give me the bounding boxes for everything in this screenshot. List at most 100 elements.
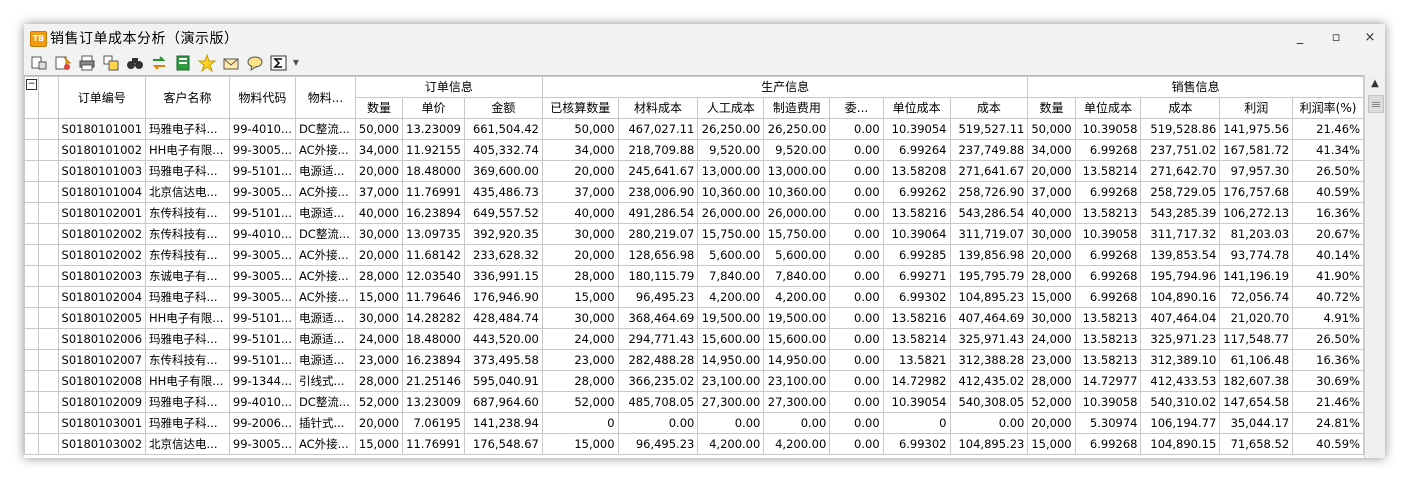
table-cell[interactable]: 407,464.69 [949,307,1029,329]
table-cell[interactable]: 10.39058 [1074,391,1142,413]
table-cell[interactable]: 99-2006... [228,412,296,434]
table-cell[interactable]: 23,100.00 [763,370,831,392]
table-cell[interactable]: 玛雅电子科... [145,391,230,413]
table-cell[interactable]: 218,709.88 [617,139,699,161]
table-cell[interactable]: 93,774.78 [1219,244,1294,266]
table-cell[interactable]: 0.00 [829,223,884,245]
table-cell[interactable]: 11.92155 [402,139,465,161]
table-cell[interactable]: 0.00 [829,412,884,434]
table-cell[interactable]: 26,000.00 [763,202,831,224]
table-cell[interactable]: 282,488.28 [617,349,699,371]
table-cell[interactable]: 34,000 [541,139,619,161]
table-cell[interactable]: 23,000 [354,349,404,371]
table-cell[interactable]: DC整流... [294,391,356,413]
table-cell[interactable]: 238,006.90 [617,181,699,203]
table-cell[interactable]: 9,520.00 [763,139,831,161]
table-cell[interactable]: 东传科技有... [145,244,230,266]
table-cell[interactable]: 北京信达电... [145,433,230,455]
table-cell[interactable]: 23,100.00 [697,370,765,392]
print-icon[interactable] [78,54,96,72]
table-cell[interactable]: 16.36% [1292,349,1364,371]
table-cell[interactable]: 13.23009 [402,118,465,140]
header-material[interactable]: 物料... [294,76,356,119]
table-cell[interactable]: 6.99262 [882,181,951,203]
table-cell[interactable]: 41.90% [1292,265,1364,287]
table-cell[interactable]: 19,500.00 [697,307,765,329]
table-cell[interactable]: 540,310.02 [1140,391,1221,413]
table-cell[interactable]: 443,520.00 [464,328,543,350]
table-cell[interactable]: S0180101002 [57,139,147,161]
table-cell[interactable]: 99-4010... [228,391,296,413]
row-indicator[interactable] [37,181,59,203]
header-sales-3[interactable]: 利润 [1219,97,1294,119]
table-cell[interactable]: 13.58213 [1074,202,1142,224]
table-cell[interactable]: 294,771.43 [617,328,699,350]
close-button[interactable]: × [1360,30,1380,46]
table-cell[interactable]: S0180103002 [57,433,147,455]
header-sales-4[interactable]: 利润率(%) [1292,97,1364,119]
table-cell[interactable]: 40.59% [1292,433,1364,455]
table-cell[interactable]: 139,856.98 [949,244,1029,266]
table-cell[interactable]: 电源适... [294,202,356,224]
table-cell[interactable]: S0180102007 [57,349,147,371]
table-cell[interactable]: 72,056.74 [1219,286,1294,308]
table-cell[interactable]: 0.00 [763,412,831,434]
table-cell[interactable]: 0.00 [829,160,884,182]
table-cell[interactable]: S0180101001 [57,118,147,140]
table-cell[interactable]: S0180101004 [57,181,147,203]
header-customer[interactable]: 客户名称 [145,76,230,119]
table-cell[interactable]: 392,920.35 [464,223,543,245]
scroll-thumb[interactable] [1368,95,1384,113]
table-cell[interactable]: 0.00 [829,433,884,455]
table-cell[interactable]: 14,950.00 [763,349,831,371]
table-cell[interactable]: 0.00 [697,412,765,434]
table-cell[interactable]: 10.39054 [882,391,951,413]
table-cell[interactable]: 485,708.05 [617,391,699,413]
table-cell[interactable]: 15,750.00 [763,223,831,245]
table-cell[interactable]: 15,000 [354,286,404,308]
table-cell[interactable]: 15,750.00 [697,223,765,245]
table-cell[interactable]: 96,495.23 [617,433,699,455]
table-cell[interactable]: S0180102006 [57,328,147,350]
table-cell[interactable]: 20,000 [1027,160,1076,182]
table-cell[interactable]: 182,607.38 [1219,370,1294,392]
vertical-scrollbar[interactable]: ▲ [1364,75,1385,458]
table-cell[interactable]: 81,203.03 [1219,223,1294,245]
minimize-button[interactable]: _ [1290,30,1310,46]
table-cell[interactable]: 24,000 [354,328,404,350]
table-cell[interactable]: 27,300.00 [697,391,765,413]
table-row[interactable]: S0180102007 东传科技有... 99-5101... 电源适... 23,00… [24,349,1364,371]
table-cell[interactable]: 16.23894 [402,202,465,224]
table-cell[interactable]: 428,484.74 [464,307,543,329]
table-cell[interactable]: 37,000 [1027,181,1076,203]
table-cell[interactable]: 41.34% [1292,139,1364,161]
table-cell[interactable]: 13.58213 [1074,349,1142,371]
table-cell[interactable]: 40,000 [354,202,404,224]
table-cell[interactable]: 7.06195 [402,412,465,434]
table-cell[interactable]: 20,000 [354,244,404,266]
table-cell[interactable]: 21,020.70 [1219,307,1294,329]
table-cell[interactable]: 13.58214 [1074,160,1142,182]
favorite-icon[interactable] [197,53,217,73]
table-cell[interactable]: 30,000 [1027,223,1076,245]
convert-icon[interactable] [150,54,168,72]
table-cell[interactable]: 0.00 [829,181,884,203]
header-order-1[interactable]: 单价 [402,97,465,119]
table-cell[interactable]: 0 [541,412,619,434]
table-cell[interactable]: 99-5101... [228,328,296,350]
row-indicator[interactable] [37,139,59,161]
row-indicator[interactable] [37,328,59,350]
table-cell[interactable]: HH电子有限... [145,139,230,161]
row-indicator[interactable] [37,412,59,434]
table-cell[interactable]: 0.00 [829,307,884,329]
table-cell[interactable]: 引线式... [294,370,356,392]
table-cell[interactable]: 50,000 [541,118,619,140]
table-cell[interactable]: 14.28282 [402,307,465,329]
table-row[interactable]: S0180102003 东诚电子有... 99-3005... AC外接... 28,0… [24,265,1364,287]
table-cell[interactable]: 0 [882,412,951,434]
table-cell[interactable]: 30,000 [354,307,404,329]
table-cell[interactable]: 97,957.30 [1219,160,1294,182]
table-cell[interactable]: 117,548.77 [1219,328,1294,350]
table-cell[interactable]: 13.58208 [882,160,951,182]
row-indicator[interactable] [37,391,59,413]
